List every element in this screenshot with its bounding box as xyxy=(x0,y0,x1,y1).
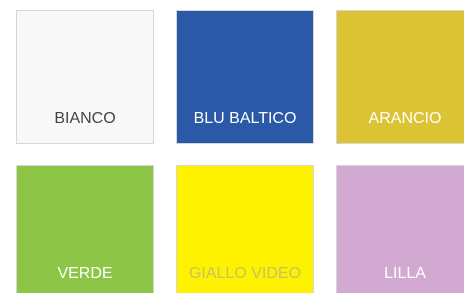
color-swatch-grid: BIANCO BLU BALTICO ARANCIO VERDE GIALLO … xyxy=(0,0,464,293)
swatch-verde[interactable]: VERDE xyxy=(16,165,154,293)
swatch-arancio[interactable]: ARANCIO xyxy=(336,10,464,144)
swatch-blu-baltico[interactable]: BLU BALTICO xyxy=(176,10,314,144)
swatch-label: LILLA xyxy=(384,265,426,282)
swatch-bianco[interactable]: BIANCO xyxy=(16,10,154,144)
swatch-label: BIANCO xyxy=(54,110,116,127)
swatch-label: VERDE xyxy=(57,265,113,282)
swatch-label: BLU BALTICO xyxy=(193,110,297,127)
swatch-label: GIALLO VIDEO xyxy=(188,265,302,282)
swatch-label: ARANCIO xyxy=(368,110,442,127)
swatch-lilla[interactable]: LILLA xyxy=(336,165,464,293)
swatch-giallo-video[interactable]: GIALLO VIDEO xyxy=(176,165,314,293)
